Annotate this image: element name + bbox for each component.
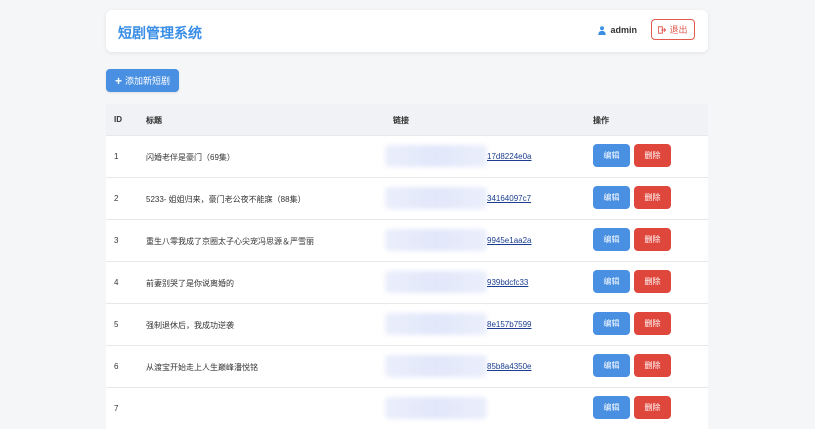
- delete-button[interactable]: 删除: [634, 312, 671, 335]
- row-link[interactable]: 939bdcfc33: [487, 278, 528, 287]
- table-row: 6 从渡宝开始走上人生巅峰潘悦铭 85b8a4350e 编辑 删除: [106, 345, 708, 387]
- row-title: 前妻别哭了是你说离婚的: [146, 279, 234, 288]
- header-title: 标题: [146, 116, 162, 125]
- plus-icon: +: [114, 73, 122, 88]
- edit-button[interactable]: 编辑: [593, 396, 630, 419]
- delete-button[interactable]: 删除: [634, 228, 671, 251]
- edit-button[interactable]: 编辑: [593, 144, 630, 167]
- row-title: 强制退休后，我成功逆袭: [146, 321, 234, 330]
- row-title: 重生八零我成了京圈太子心尖宠冯思源＆严雪丽: [146, 237, 314, 246]
- table-row: 7 编辑 删除: [106, 387, 708, 429]
- edit-button[interactable]: 编辑: [593, 270, 630, 293]
- table-row: 3 重生八零我成了京圈太子心尖宠冯思源＆严雪丽 9945e1aa2a 编辑 删除: [106, 219, 708, 261]
- redacted-link-blur: [385, 397, 487, 419]
- redacted-link-blur: [385, 229, 487, 251]
- redacted-link-blur: [385, 187, 487, 209]
- add-drama-label: 添加新短剧: [125, 76, 171, 86]
- row-link[interactable]: 34164097c7: [487, 194, 531, 203]
- delete-button[interactable]: 删除: [634, 186, 671, 209]
- delete-button[interactable]: 删除: [634, 144, 671, 167]
- edit-button[interactable]: 编辑: [593, 312, 630, 335]
- row-link[interactable]: 17d8224e0a: [487, 152, 532, 161]
- drama-table: ID 标题 链接 操作 1 闪婚老伴是豪门（69集） 17d8224e0a 编辑 删除 2…: [106, 104, 708, 429]
- table-row: 1 闪婚老伴是豪门（69集） 17d8224e0a 编辑 删除: [106, 135, 708, 177]
- delete-button[interactable]: 删除: [634, 354, 671, 377]
- row-id: 3: [114, 236, 119, 245]
- redacted-link-blur: [385, 313, 487, 335]
- redacted-link-blur: [385, 271, 487, 293]
- edit-button[interactable]: 编辑: [593, 228, 630, 251]
- sign-out-icon: [658, 25, 667, 34]
- row-title: 闪婚老伴是豪门（69集）: [146, 153, 235, 162]
- redacted-link-blur: [385, 145, 487, 167]
- table-header: ID 标题 链接 操作: [106, 104, 708, 135]
- username-label: admin: [610, 25, 637, 35]
- edit-button[interactable]: 编辑: [593, 186, 630, 209]
- row-id: 2: [114, 194, 119, 203]
- user-icon: [598, 25, 607, 35]
- header-id: ID: [114, 115, 122, 124]
- delete-button[interactable]: 删除: [634, 270, 671, 293]
- table-row: 5 强制退休后，我成功逆袭 8e157b7599 编辑 删除: [106, 303, 708, 345]
- row-id: 4: [114, 278, 119, 287]
- table-row: 4 前妻别哭了是你说离婚的 939bdcfc33 编辑 删除: [106, 261, 708, 303]
- row-link[interactable]: 9945e1aa2a: [487, 236, 532, 245]
- logout-button[interactable]: 退出: [651, 19, 695, 40]
- row-id: 1: [114, 152, 119, 161]
- edit-button[interactable]: 编辑: [593, 354, 630, 377]
- current-user: admin: [598, 25, 637, 35]
- app-title: 短剧管理系统: [118, 25, 202, 41]
- row-id: 7: [114, 404, 119, 413]
- row-title: 5233- 姐姐归来，豪门老公夜不能寐（88集）: [146, 195, 306, 204]
- row-id: 5: [114, 320, 119, 329]
- table-row: 2 5233- 姐姐归来，豪门老公夜不能寐（88集） 34164097c7 编辑 删除: [106, 177, 708, 219]
- row-link[interactable]: 8e157b7599: [487, 320, 532, 329]
- row-title: 从渡宝开始走上人生巅峰潘悦铭: [146, 363, 258, 372]
- row-id: 6: [114, 362, 119, 371]
- redacted-link-blur: [385, 355, 487, 377]
- table-body: 1 闪婚老伴是豪门（69集） 17d8224e0a 编辑 删除 2 5233- 姐姐归来，豪…: [106, 135, 708, 429]
- header-link: 链接: [393, 116, 409, 125]
- top-header: 短剧管理系统 admin 退出: [106, 10, 708, 52]
- delete-button[interactable]: 删除: [634, 396, 671, 419]
- header-ops: 操作: [593, 116, 609, 125]
- add-drama-button[interactable]: + 添加新短剧: [106, 69, 179, 92]
- row-link[interactable]: 85b8a4350e: [487, 362, 532, 371]
- logout-label: 退出: [669, 25, 688, 35]
